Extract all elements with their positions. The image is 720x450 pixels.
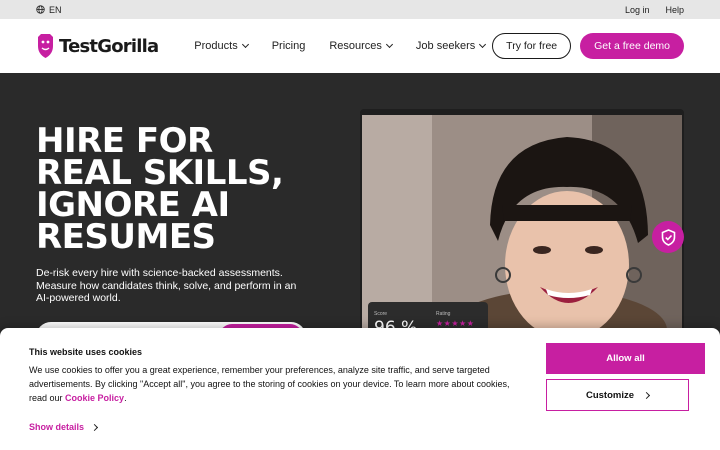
- cookie-title: This website uses cookies: [29, 347, 143, 357]
- nav-item-products[interactable]: Products: [194, 40, 249, 52]
- show-details-toggle[interactable]: Show details: [29, 422, 99, 432]
- get-demo-button[interactable]: Get a free demo: [580, 33, 684, 59]
- chevron-down-icon: [241, 40, 249, 49]
- nav-menu: Products Pricing Resources Job seekers: [194, 40, 487, 52]
- main-nav: TestGorilla Products Pricing Resources J…: [0, 19, 720, 73]
- hero-title-line: RESUMES: [36, 217, 216, 257]
- language-selector[interactable]: EN: [36, 5, 62, 15]
- nav-item-label: Resources: [329, 40, 382, 52]
- cookie-policy-link[interactable]: Cookie Policy: [65, 393, 124, 403]
- nav-item-label: Job seekers: [415, 40, 476, 52]
- language-label: EN: [49, 4, 62, 15]
- hero-subtitle: De-risk every hire with science-backed a…: [36, 267, 297, 304]
- chevron-down-icon: [385, 40, 393, 49]
- brand-name: TestGorilla: [59, 35, 159, 57]
- show-details-label: Show details: [29, 422, 85, 432]
- cookie-text: We use cookies to offer you a great expe…: [29, 363, 529, 405]
- nav-item-label: Products: [194, 40, 238, 52]
- customize-button[interactable]: Customize: [546, 379, 689, 411]
- cookie-banner: This website uses cookies We use cookies…: [0, 328, 720, 450]
- help-link[interactable]: Help: [665, 5, 684, 15]
- globe-icon: [36, 5, 45, 14]
- gorilla-logo-icon: [38, 34, 53, 58]
- nav-item-resources[interactable]: Resources: [329, 40, 393, 52]
- chevron-right-icon: [642, 391, 651, 399]
- chevron-down-icon: [479, 40, 487, 49]
- score-label: Score: [374, 311, 388, 317]
- hero-title: HIRE FOR REAL SKILLS, IGNORE AI RESUMES: [36, 124, 326, 257]
- utility-bar: EN Log in Help: [0, 0, 720, 19]
- customize-label: Customize: [585, 389, 635, 401]
- rating-label: Rating: [436, 311, 451, 317]
- nav-item-job-seekers[interactable]: Job seekers: [415, 40, 487, 52]
- nav-item-pricing[interactable]: Pricing: [272, 40, 306, 52]
- chevron-right-icon: [90, 423, 99, 431]
- rating-stars: ★★★★★: [436, 319, 475, 328]
- try-free-button[interactable]: Try for free: [492, 33, 572, 59]
- shield-check-icon: [661, 228, 675, 246]
- cookie-period: .: [124, 393, 127, 403]
- allow-all-button[interactable]: Allow all: [546, 343, 705, 374]
- nav-item-label: Pricing: [271, 40, 306, 52]
- brand-logo[interactable]: TestGorilla: [36, 33, 159, 59]
- verified-badge: [652, 221, 684, 253]
- login-link[interactable]: Log in: [625, 5, 650, 15]
